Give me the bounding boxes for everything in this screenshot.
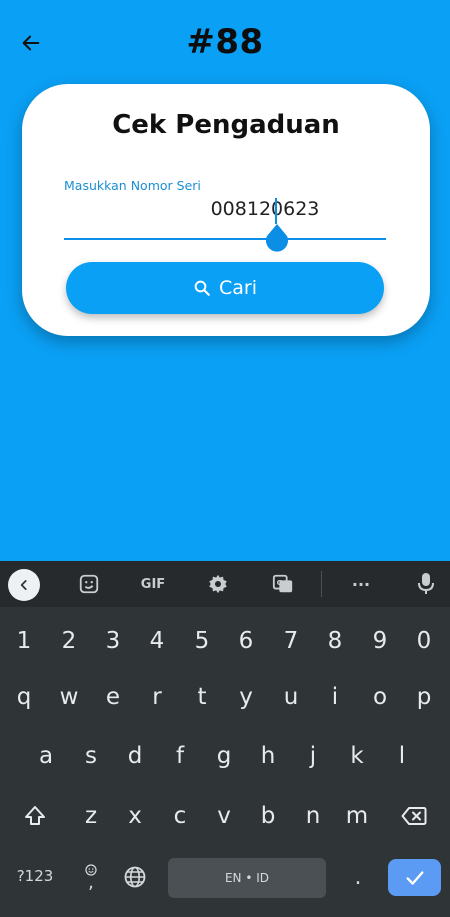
search-button-label: Cari bbox=[219, 277, 257, 299]
letter-row-1: q w e r t y u i o p bbox=[0, 671, 450, 723]
key-b[interactable]: b bbox=[247, 790, 289, 842]
microphone-icon bbox=[418, 573, 434, 594]
card-title: Cek Pengaduan bbox=[112, 110, 340, 140]
key-i[interactable]: i bbox=[314, 671, 356, 723]
svg-text:G: G bbox=[277, 578, 283, 587]
sticker-button[interactable] bbox=[76, 569, 102, 599]
key-6[interactable]: 6 bbox=[225, 615, 267, 667]
key-j[interactable]: j bbox=[292, 730, 334, 782]
app-screen: #88 Cek Pengaduan Masukkan Nomor Seri 00… bbox=[0, 0, 450, 561]
key-g[interactable]: g bbox=[203, 730, 245, 782]
translate-button[interactable]: G bbox=[270, 569, 296, 599]
key-2[interactable]: 2 bbox=[48, 615, 90, 667]
key-y[interactable]: y bbox=[225, 671, 267, 723]
key-4[interactable]: 4 bbox=[136, 615, 178, 667]
key-u[interactable]: u bbox=[270, 671, 312, 723]
gear-icon bbox=[209, 574, 227, 594]
key-r[interactable]: r bbox=[136, 671, 178, 723]
keyboard-back-button[interactable] bbox=[8, 569, 40, 601]
key-5[interactable]: 5 bbox=[181, 615, 223, 667]
period-key[interactable]: . bbox=[346, 861, 370, 893]
key-9[interactable]: 9 bbox=[359, 615, 401, 667]
sticker-icon bbox=[79, 574, 99, 594]
globe-icon bbox=[124, 866, 146, 888]
input-underline bbox=[64, 238, 386, 240]
key-0[interactable]: 0 bbox=[403, 615, 445, 667]
key-h[interactable]: h bbox=[247, 730, 289, 782]
serial-number-label: Masukkan Nomor Seri bbox=[64, 178, 201, 193]
backspace-icon bbox=[401, 807, 427, 825]
serial-number-input[interactable]: 008120623 bbox=[64, 198, 406, 220]
key-w[interactable]: w bbox=[48, 671, 90, 723]
key-8[interactable]: 8 bbox=[314, 615, 356, 667]
key-n[interactable]: n bbox=[292, 790, 334, 842]
number-row: 1 2 3 4 5 6 7 8 9 0 bbox=[0, 615, 450, 667]
key-e[interactable]: e bbox=[92, 671, 134, 723]
language-key[interactable] bbox=[120, 861, 150, 893]
gif-button[interactable]: GIF bbox=[136, 569, 170, 599]
shift-key[interactable] bbox=[14, 790, 56, 842]
keyboard-toolbar: GIF G ··· bbox=[0, 561, 450, 607]
toolbar-divider bbox=[321, 571, 322, 597]
key-s[interactable]: s bbox=[70, 730, 112, 782]
key-1[interactable]: 1 bbox=[3, 615, 45, 667]
search-button[interactable]: Cari bbox=[66, 262, 384, 314]
key-d[interactable]: d bbox=[114, 730, 156, 782]
more-button[interactable]: ··· bbox=[346, 569, 376, 599]
key-a[interactable]: a bbox=[25, 730, 67, 782]
key-v[interactable]: v bbox=[203, 790, 245, 842]
search-icon bbox=[194, 280, 210, 296]
key-3[interactable]: 3 bbox=[92, 615, 134, 667]
key-q[interactable]: q bbox=[3, 671, 45, 723]
key-f[interactable]: f bbox=[159, 730, 201, 782]
key-c[interactable]: c bbox=[159, 790, 201, 842]
letter-row-2: a s d f g h j k l bbox=[0, 730, 450, 782]
symbols-key[interactable]: ?123 bbox=[8, 861, 62, 891]
key-p[interactable]: p bbox=[403, 671, 445, 723]
key-o[interactable]: o bbox=[359, 671, 401, 723]
key-x[interactable]: x bbox=[114, 790, 156, 842]
on-screen-keyboard: GIF G ··· 1 2 3 4 5 6 7 8 9 0 q w e r t … bbox=[0, 561, 450, 917]
backspace-key[interactable] bbox=[392, 790, 436, 842]
comma-key[interactable]: , bbox=[76, 853, 106, 901]
key-l[interactable]: l bbox=[381, 730, 423, 782]
key-7[interactable]: 7 bbox=[270, 615, 312, 667]
shift-icon bbox=[25, 806, 45, 825]
enter-key[interactable] bbox=[388, 859, 441, 896]
key-z[interactable]: z bbox=[70, 790, 112, 842]
translate-icon: G bbox=[272, 574, 293, 593]
settings-button[interactable] bbox=[205, 569, 231, 599]
key-k[interactable]: k bbox=[336, 730, 378, 782]
space-key[interactable]: EN • ID bbox=[168, 858, 326, 898]
page-title: #88 bbox=[186, 22, 264, 62]
cursor-handle-icon[interactable] bbox=[265, 224, 289, 254]
check-icon bbox=[405, 870, 424, 885]
text-caret bbox=[275, 198, 277, 224]
chevron-left-icon bbox=[20, 580, 27, 590]
key-t[interactable]: t bbox=[181, 671, 223, 723]
microphone-button[interactable] bbox=[414, 569, 438, 599]
complaint-check-card: Cek Pengaduan Masukkan Nomor Seri 008120… bbox=[22, 84, 430, 336]
comma-label: , bbox=[88, 872, 94, 893]
key-m[interactable]: m bbox=[336, 790, 378, 842]
letter-row-3: z x c v b n m bbox=[0, 790, 450, 842]
